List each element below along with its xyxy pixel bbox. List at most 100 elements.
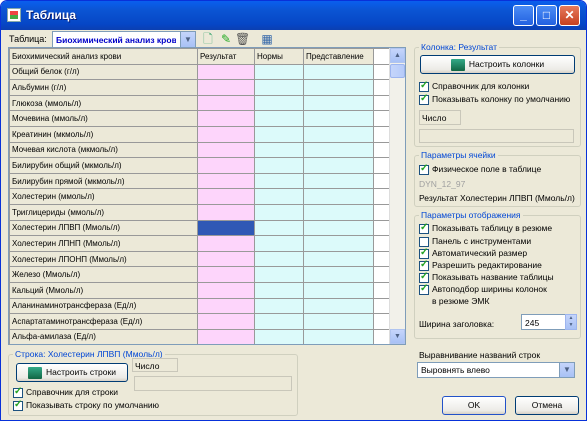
table-row[interactable]: Альбумин (г/л) [9, 79, 390, 96]
physical-field-checkbox[interactable]: Физическое поле в таблице [419, 163, 541, 175]
norms-cell[interactable] [254, 63, 304, 81]
table-row[interactable]: Кальций (Ммоль/л) [9, 281, 390, 299]
representation-cell[interactable] [303, 219, 374, 237]
result-cell[interactable] [197, 250, 255, 268]
representation-cell[interactable] [303, 281, 374, 299]
row-header-cell[interactable]: Альбумин (г/л) [9, 79, 198, 96]
result-cell[interactable] [197, 203, 255, 221]
representation-cell[interactable] [303, 235, 374, 252]
representation-cell[interactable] [303, 172, 374, 190]
table-grid[interactable]: Биохимический анализ крови Результат Нор… [8, 47, 406, 345]
scroll-thumb[interactable] [390, 64, 405, 78]
row-header-cell[interactable]: Кальций (Ммоль/л) [9, 281, 198, 299]
align-select[interactable]: Выровнять влево ▼ [417, 362, 575, 378]
row-header-cell[interactable]: Аспартатаминотрансфераза (Ед/л) [9, 313, 198, 330]
representation-cell[interactable] [303, 188, 374, 205]
close-button[interactable]: ✕ [559, 5, 580, 26]
result-cell[interactable] [197, 63, 255, 81]
result-cell[interactable] [197, 219, 255, 237]
table-row[interactable]: Железо (Ммоль/л) [9, 266, 390, 283]
result-cell[interactable] [197, 281, 255, 299]
row-header-cell[interactable]: Холестерин ЛПНП (Ммоль/л) [9, 235, 198, 252]
norms-cell[interactable] [254, 203, 304, 221]
row-header-cell[interactable]: Аланинаминотрансфераза (Ед/л) [9, 297, 198, 315]
row-header-cell[interactable]: Альфа-амилаза (Ед/л) [9, 328, 198, 344]
representation-cell[interactable] [303, 203, 374, 221]
cancel-button[interactable]: Отмена [515, 396, 579, 415]
norms-cell[interactable] [254, 250, 304, 268]
scroll-down-icon[interactable]: ▼ [390, 329, 405, 344]
row-reference-checkbox[interactable]: Справочник для строки [13, 386, 118, 398]
chevron-down-icon[interactable]: ▼ [180, 32, 195, 47]
table-row[interactable]: Общий белок (г/л) [9, 63, 390, 81]
row-header-cell[interactable]: Билирубин общий (мкмоль/л) [9, 157, 198, 174]
show-resume-checkbox[interactable]: Показывать таблицу в резюме [419, 222, 552, 234]
norms-cell[interactable] [254, 266, 304, 283]
properties-icon[interactable]: ▦ [260, 32, 274, 46]
show-name-checkbox[interactable]: Показывать название таблицы [419, 271, 554, 283]
table-row[interactable]: Холестерин ЛПНП (Ммоль/л) [9, 235, 390, 252]
representation-cell[interactable] [303, 250, 374, 268]
row-header-cell[interactable]: Билирубин прямой (мкмоль/л) [9, 172, 198, 190]
table-row[interactable]: Мочевина (ммоль/л) [9, 110, 390, 127]
representation-cell[interactable] [303, 110, 374, 127]
row-header-cell[interactable]: Холестерин ЛПОНП (Ммоль/л) [9, 250, 198, 268]
table-row[interactable]: Аланинаминотрансфераза (Ед/л) [9, 297, 390, 315]
result-cell[interactable] [197, 235, 255, 252]
representation-cell[interactable] [303, 141, 374, 159]
spinner-arrows-icon[interactable]: ▲ ▼ [565, 314, 577, 330]
result-cell[interactable] [197, 266, 255, 283]
result-cell[interactable] [197, 110, 255, 127]
row-header-cell[interactable]: Мочевая кислота (мкмоль/л) [9, 141, 198, 159]
delete-trash-icon[interactable]: 🗑 [235, 32, 250, 46]
result-cell[interactable] [197, 125, 255, 143]
norms-cell[interactable] [254, 110, 304, 127]
norms-cell[interactable] [254, 313, 304, 330]
maximize-button[interactable]: □ [536, 5, 557, 26]
norms-cell[interactable] [254, 188, 304, 205]
minimize-button[interactable]: _ [513, 5, 534, 26]
norms-cell[interactable] [254, 297, 304, 315]
autosize-checkbox[interactable]: Автоматический размер [419, 247, 527, 259]
representation-cell[interactable] [303, 125, 374, 143]
norms-cell[interactable] [254, 94, 304, 112]
table-select[interactable]: Биохимический анализ крови ▼ [52, 31, 196, 48]
header-width-spinner[interactable]: 245 [521, 314, 571, 330]
row-header-cell[interactable]: Холестерин (ммоль/л) [9, 188, 198, 205]
header-norms[interactable]: Нормы [254, 48, 304, 65]
table-row[interactable]: Аспартатаминотрансфераза (Ед/л) [9, 313, 390, 330]
header-representation[interactable]: Представление [303, 48, 374, 65]
column-show-default-checkbox[interactable]: Показывать колонку по умолчанию [419, 93, 570, 105]
norms-cell[interactable] [254, 235, 304, 252]
table-row[interactable]: Мочевая кислота (мкмоль/л) [9, 141, 390, 159]
toolbar-panel-checkbox[interactable]: Панель с инструментами [419, 236, 531, 247]
representation-cell[interactable] [303, 157, 374, 174]
row-header-cell[interactable]: Общий белок (г/л) [9, 63, 198, 81]
autowidth-checkbox[interactable]: Автоподбор ширины колонок [419, 283, 547, 295]
representation-cell[interactable] [303, 328, 374, 344]
table-row[interactable]: Глюкоза (ммоль/л) [9, 94, 390, 112]
row-header-cell[interactable]: Холестерин ЛПВП (Ммоль/л) [9, 219, 198, 237]
table-row[interactable]: Билирубин прямой (мкмоль/л) [9, 172, 390, 190]
grid-vertical-scrollbar[interactable]: ▲ ▼ [389, 48, 405, 344]
result-cell[interactable] [197, 141, 255, 159]
representation-cell[interactable] [303, 94, 374, 112]
configure-columns-button[interactable]: Настроить колонки [420, 55, 575, 74]
ok-button[interactable]: OK [442, 396, 506, 415]
row-show-default-checkbox[interactable]: Показывать строку по умолчанию [13, 399, 159, 411]
representation-cell[interactable] [303, 79, 374, 96]
column-reference-checkbox[interactable]: Справочник для колонки [419, 80, 529, 92]
norms-cell[interactable] [254, 281, 304, 299]
representation-cell[interactable] [303, 297, 374, 315]
result-cell[interactable] [197, 313, 255, 330]
norms-cell[interactable] [254, 172, 304, 190]
new-document-icon[interactable]: 🗋 [201, 32, 215, 46]
row-header-cell[interactable]: Глюкоза (ммоль/л) [9, 94, 198, 112]
norms-cell[interactable] [254, 125, 304, 143]
header-test-name[interactable]: Биохимический анализ крови [9, 48, 198, 65]
scroll-up-icon[interactable]: ▲ [390, 48, 405, 63]
table-row[interactable]: Холестерин (ммоль/л) [9, 188, 390, 205]
result-cell[interactable] [197, 188, 255, 205]
norms-cell[interactable] [254, 328, 304, 344]
result-cell[interactable] [197, 297, 255, 315]
